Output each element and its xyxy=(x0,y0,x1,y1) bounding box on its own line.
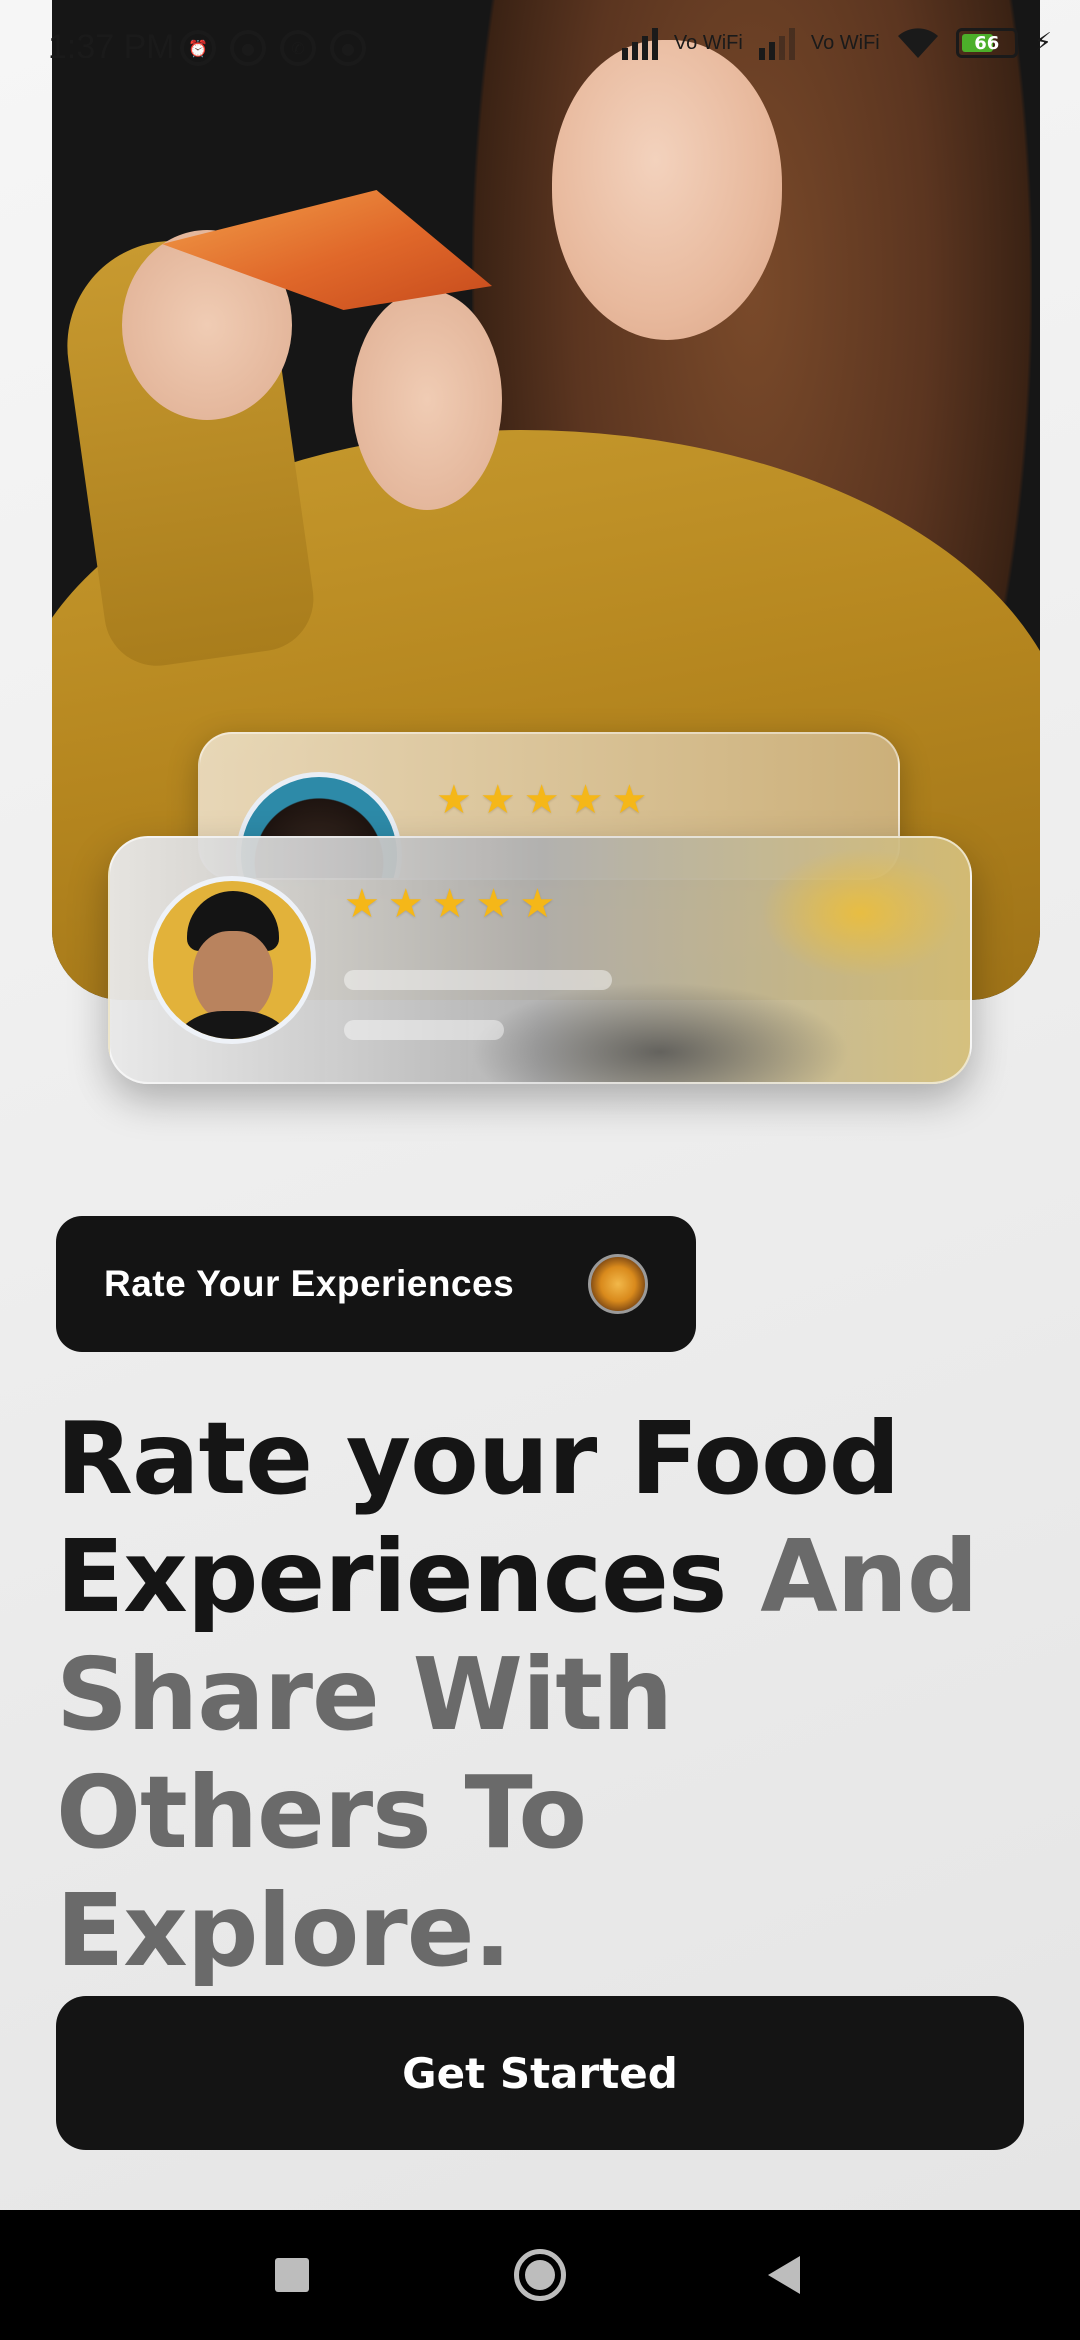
signal-icon xyxy=(621,26,658,60)
review-card-front: ★ ★ ★ ★ ★ xyxy=(108,836,972,1084)
back-button[interactable] xyxy=(724,2210,844,2340)
signal-icon xyxy=(758,26,795,60)
star-icon: ★ xyxy=(479,777,516,823)
recents-button[interactable] xyxy=(232,2210,352,2340)
whatsapp-icon: ✆ xyxy=(280,30,316,66)
status-time: 1:37 PM xyxy=(48,28,175,66)
star-icon: ★ xyxy=(519,881,556,927)
hero-hand xyxy=(352,290,502,510)
charging-icon: ⚡ xyxy=(1033,28,1052,58)
star-icon: ★ xyxy=(611,777,648,823)
home-icon xyxy=(514,2249,566,2301)
avatar-body xyxy=(163,1011,303,1039)
badge-label: Rate Your Experiences xyxy=(104,1263,515,1304)
notification-icon: ● xyxy=(330,30,366,66)
battery-icon: 66 xyxy=(955,28,1018,58)
rating-stars: ★ ★ ★ ★ ★ xyxy=(436,780,647,820)
star-icon: ★ xyxy=(387,881,424,927)
notification-icon: ● xyxy=(230,30,266,66)
page-title: Rate your Food Experiences And Share Wit… xyxy=(56,1400,1046,1990)
avatar-face xyxy=(193,931,273,1023)
food-bowl-icon xyxy=(588,1254,648,1314)
review-text-placeholder xyxy=(344,970,612,990)
star-icon: ★ xyxy=(436,777,472,823)
home-button[interactable] xyxy=(480,2210,600,2340)
recents-icon xyxy=(275,2258,309,2292)
star-icon: ★ xyxy=(567,777,604,823)
navigation-bar xyxy=(0,2210,1080,2340)
vowifi-label: Vo WiFi xyxy=(673,32,743,54)
back-icon xyxy=(768,2256,800,2294)
card-shade xyxy=(470,982,850,1082)
star-icon: ★ xyxy=(523,777,560,823)
headline-dark-line2: Experiences xyxy=(56,1518,727,1635)
star-icon: ★ xyxy=(344,881,380,927)
rating-stars: ★ ★ ★ ★ ★ xyxy=(344,884,555,924)
star-icon: ★ xyxy=(475,881,512,927)
reviewer-avatar xyxy=(148,876,316,1044)
card-glow xyxy=(760,848,960,978)
star-icon: ★ xyxy=(431,881,468,927)
review-text-placeholder xyxy=(344,1020,504,1040)
get-started-button[interactable]: Get Started xyxy=(56,1996,1024,2150)
battery-level: 66 xyxy=(974,32,1000,54)
headline-dark-line1: Rate your Food xyxy=(56,1400,900,1517)
wifi-icon xyxy=(897,28,938,58)
status-system-icons: Vo WiFi Vo WiFi 66 ⚡ xyxy=(621,26,1052,60)
status-bar: 1:37 PM ⏰ ● ✆ ● Vo WiFi Vo WiFi 66 ⚡ xyxy=(0,0,1080,100)
status-notification-icons: ⏰ ● ✆ ● xyxy=(180,30,366,66)
rate-experiences-badge: Rate Your Experiences xyxy=(56,1216,696,1352)
alarm-icon: ⏰ xyxy=(180,30,216,66)
vowifi-label: Vo WiFi xyxy=(810,32,880,54)
